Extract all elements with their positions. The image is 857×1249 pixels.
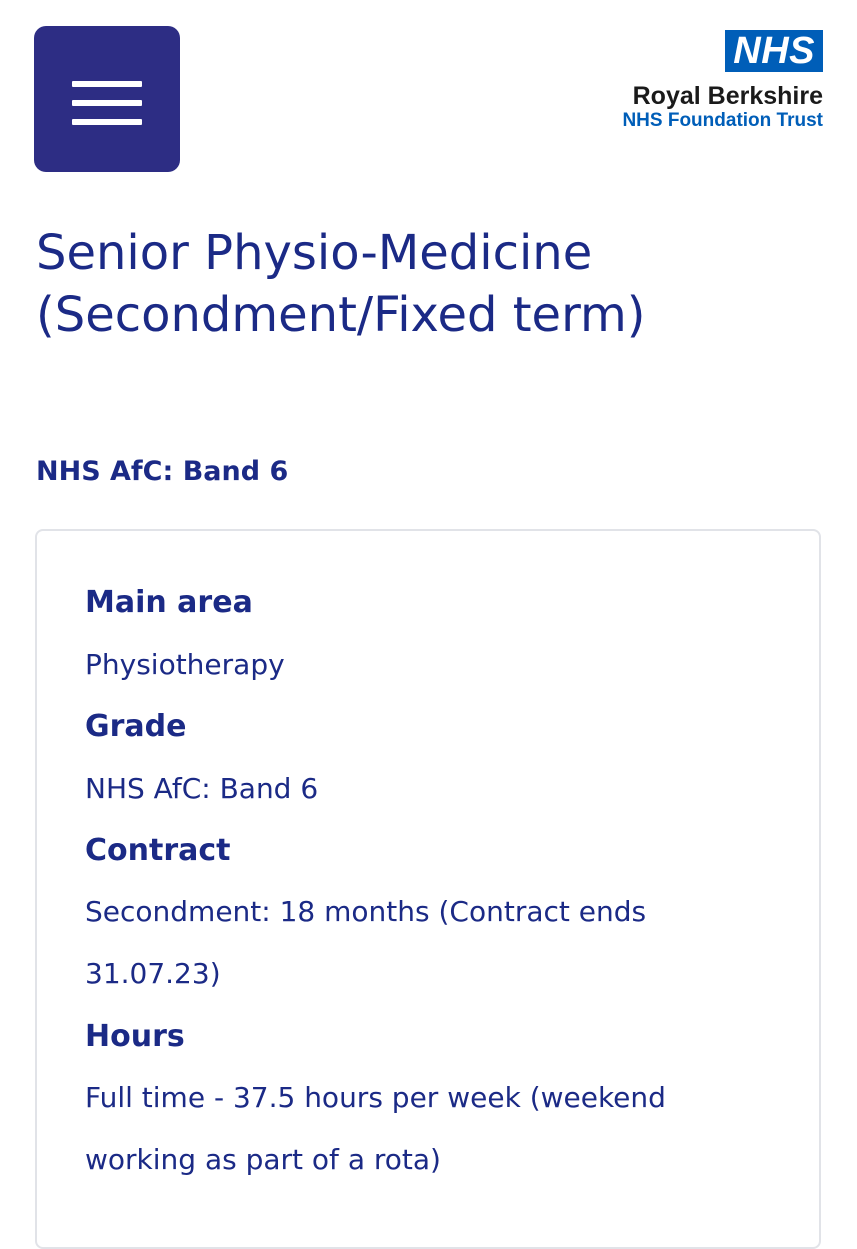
grade-label: Grade	[85, 709, 187, 744]
hamburger-icon-bar	[72, 119, 142, 125]
grade-value: NHS AfC: Band 6	[85, 772, 319, 805]
job-details-card: Main area Physiotherapy Grade NHS AfC: B…	[35, 529, 821, 1249]
page-title: Senior Physio-Medicine (Secondment/Fixed…	[36, 225, 646, 343]
org-name: Royal Berkshire	[632, 82, 823, 110]
job-band: NHS AfC: Band 6	[36, 456, 289, 487]
main-area-label: Main area	[85, 585, 253, 620]
hours-label: Hours	[85, 1019, 185, 1054]
job-details-list: Main area Physiotherapy Grade NHS AfC: B…	[85, 583, 775, 1203]
hours-value: Full time - 37.5 hours per week (weekend…	[85, 1081, 666, 1176]
menu-button[interactable]	[34, 26, 180, 172]
hamburger-icon-bar	[72, 100, 142, 106]
org-subtitle: NHS Foundation Trust	[622, 110, 823, 131]
contract-label: Contract	[85, 833, 231, 868]
contract-value: Secondment: 18 months (Contract ends 31.…	[85, 895, 647, 990]
nhs-trust-logo[interactable]: NHS Royal Berkshire NHS Foundation Trust	[563, 30, 823, 140]
nhs-logo-mark: NHS	[725, 30, 823, 72]
hamburger-icon-bar	[72, 81, 142, 87]
main-area-value: Physiotherapy	[85, 648, 285, 681]
